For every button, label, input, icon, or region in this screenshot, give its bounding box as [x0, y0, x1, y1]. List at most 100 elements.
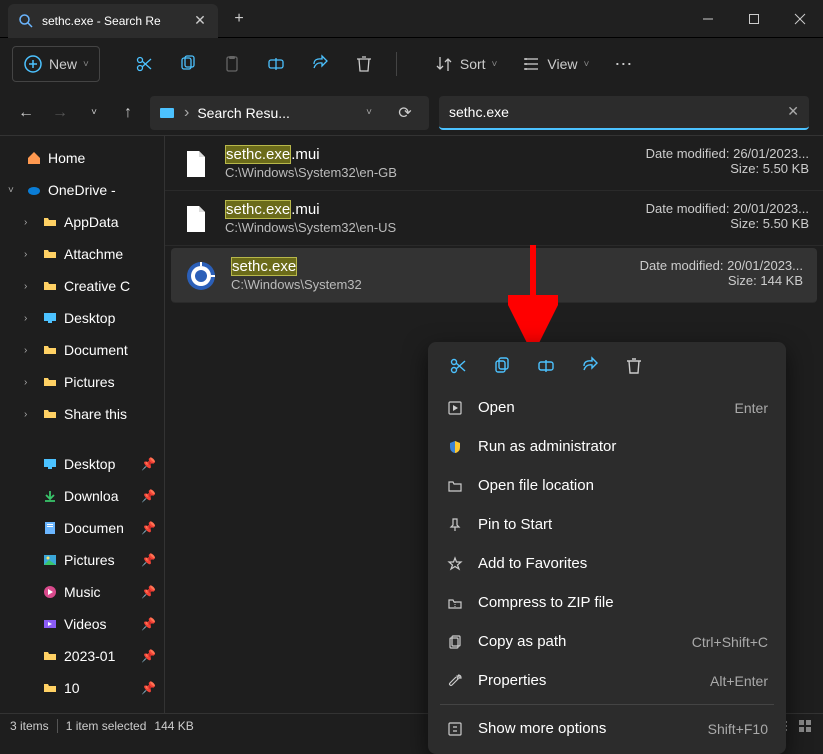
- folder-icon: [446, 477, 464, 495]
- ctx-pin-start[interactable]: Pin to Start: [428, 505, 786, 544]
- folder-icon: [42, 278, 58, 294]
- navigation-row: ← → ˅ ↑ › Search Resu... ˅ ⟳ ✕: [0, 90, 823, 136]
- new-button[interactable]: New ˅: [12, 46, 100, 82]
- sidebar-item[interactable]: ›Creative C: [0, 270, 164, 302]
- chevron-down-icon: ˅: [83, 59, 89, 70]
- chevron-right-icon[interactable]: ›: [24, 409, 36, 420]
- quick-access-icon: [42, 584, 58, 600]
- quick-access-icon: [42, 552, 58, 568]
- minimize-button[interactable]: [685, 0, 731, 38]
- sidebar-item[interactable]: ›Share this: [0, 398, 164, 430]
- forward-button[interactable]: →: [48, 101, 72, 125]
- ctx-rename-button[interactable]: [534, 354, 558, 378]
- folder-icon: [42, 374, 58, 390]
- result-row[interactable]: sethc.exe.muiC:\Windows\System32\en-GBDa…: [165, 136, 823, 191]
- sidebar-item[interactable]: Desktop📌: [0, 448, 164, 480]
- maximize-button[interactable]: [731, 0, 777, 38]
- sidebar-home[interactable]: Home: [0, 142, 164, 174]
- sidebar-onedrive[interactable]: ˅ OneDrive -: [0, 174, 164, 206]
- breadcrumb[interactable]: › Search Resu... ˅ ⟳: [150, 96, 429, 130]
- result-row[interactable]: sethc.exe.muiC:\Windows\System32\en-USDa…: [165, 191, 823, 246]
- tiles-view-icon[interactable]: [797, 718, 813, 734]
- folder-glyph-icon: [158, 104, 176, 122]
- search-input[interactable]: [449, 104, 787, 120]
- pin-icon: 📌: [141, 489, 156, 503]
- star-icon: [446, 555, 464, 573]
- file-path: C:\Windows\System32\en-GB: [225, 165, 575, 180]
- chevron-right-icon[interactable]: ›: [24, 345, 36, 356]
- more-button[interactable]: ⋯: [603, 46, 643, 82]
- ctx-compress[interactable]: Compress to ZIP file: [428, 583, 786, 622]
- annotation-arrow: [508, 240, 558, 350]
- copy-button[interactable]: [168, 46, 208, 82]
- pin-icon: 📌: [141, 681, 156, 695]
- ctx-favorites[interactable]: Add to Favorites: [428, 544, 786, 583]
- tab-close-button[interactable]: ✕: [192, 13, 208, 29]
- rename-icon: [536, 356, 556, 376]
- file-size: Size: 5.50 KB: [589, 161, 809, 176]
- chevron-down-icon[interactable]: ˅: [357, 107, 381, 118]
- pin-icon: 📌: [141, 585, 156, 599]
- chevron-right-icon[interactable]: ›: [24, 217, 36, 228]
- pin-icon: 📌: [141, 553, 156, 567]
- ctx-open[interactable]: Open Enter: [428, 388, 786, 427]
- chevron-right-icon[interactable]: ›: [24, 249, 36, 260]
- sort-button[interactable]: Sort ˅: [424, 46, 508, 82]
- more-icon: [446, 720, 464, 738]
- back-button[interactable]: ←: [14, 101, 38, 125]
- result-row[interactable]: sethc.exeC:\Windows\System32Date modifie…: [171, 248, 817, 303]
- copy-icon: [492, 356, 512, 376]
- share-button[interactable]: [300, 46, 340, 82]
- ellipsis-icon: ⋯: [614, 54, 632, 75]
- view-button[interactable]: View ˅: [511, 46, 599, 82]
- sidebar-item[interactable]: 10📌: [0, 672, 164, 704]
- ctx-properties[interactable]: Properties Alt+Enter: [428, 661, 786, 700]
- refresh-button[interactable]: ⟳: [389, 103, 421, 123]
- new-tab-button[interactable]: +: [224, 4, 254, 34]
- ctx-delete-button[interactable]: [622, 354, 646, 378]
- copy-path-icon: [446, 633, 464, 651]
- tab-active[interactable]: sethc.exe - Search Re ✕: [8, 4, 218, 38]
- sidebar-item[interactable]: Documen📌: [0, 512, 164, 544]
- chevron-right-icon[interactable]: ›: [24, 281, 36, 292]
- sidebar-item[interactable]: Videos📌: [0, 608, 164, 640]
- sidebar-item[interactable]: 2023-01📌: [0, 640, 164, 672]
- sidebar-item[interactable]: ›Attachme: [0, 238, 164, 270]
- cut-button[interactable]: [124, 46, 164, 82]
- ctx-more-options[interactable]: Show more options Shift+F10: [428, 709, 786, 748]
- scissors-icon: [448, 356, 468, 376]
- exe-icon: [185, 260, 217, 292]
- plus-circle-icon: [23, 54, 43, 74]
- file-path: C:\Windows\System32\en-US: [225, 220, 575, 235]
- shield-icon: [446, 438, 464, 456]
- search-box[interactable]: ✕: [439, 96, 809, 130]
- sidebar-item[interactable]: ›Desktop: [0, 302, 164, 334]
- ctx-copy-path[interactable]: Copy as path Ctrl+Shift+C: [428, 622, 786, 661]
- item-count: 3 items: [10, 719, 49, 733]
- ctx-share-button[interactable]: [578, 354, 602, 378]
- clear-search-button[interactable]: ✕: [787, 103, 799, 120]
- ctx-open-location[interactable]: Open file location: [428, 466, 786, 505]
- ctx-cut-button[interactable]: [446, 354, 470, 378]
- delete-button[interactable]: [344, 46, 384, 82]
- sidebar-item[interactable]: ›AppData: [0, 206, 164, 238]
- folder-icon: [42, 310, 58, 326]
- rename-button[interactable]: [256, 46, 296, 82]
- sidebar-item[interactable]: ›Pictures: [0, 366, 164, 398]
- chevron-down-icon[interactable]: ˅: [8, 185, 20, 196]
- chevron-right-icon[interactable]: ›: [24, 313, 36, 324]
- quick-access-icon: [42, 520, 58, 536]
- date-modified: Date modified: 20/01/2023...: [589, 201, 809, 216]
- chevron-right-icon[interactable]: ›: [24, 377, 36, 388]
- up-button[interactable]: ↑: [116, 101, 140, 125]
- sidebar-item[interactable]: Downloa📌: [0, 480, 164, 512]
- sidebar-item[interactable]: ›Document: [0, 334, 164, 366]
- file-size: Size: 144 KB: [583, 273, 803, 288]
- ctx-run-admin[interactable]: Run as administrator: [428, 427, 786, 466]
- paste-button[interactable]: [212, 46, 252, 82]
- ctx-copy-button[interactable]: [490, 354, 514, 378]
- recent-button[interactable]: ˅: [82, 101, 106, 125]
- sidebar-item[interactable]: Music📌: [0, 576, 164, 608]
- sidebar-item[interactable]: Pictures📌: [0, 544, 164, 576]
- close-button[interactable]: [777, 0, 823, 38]
